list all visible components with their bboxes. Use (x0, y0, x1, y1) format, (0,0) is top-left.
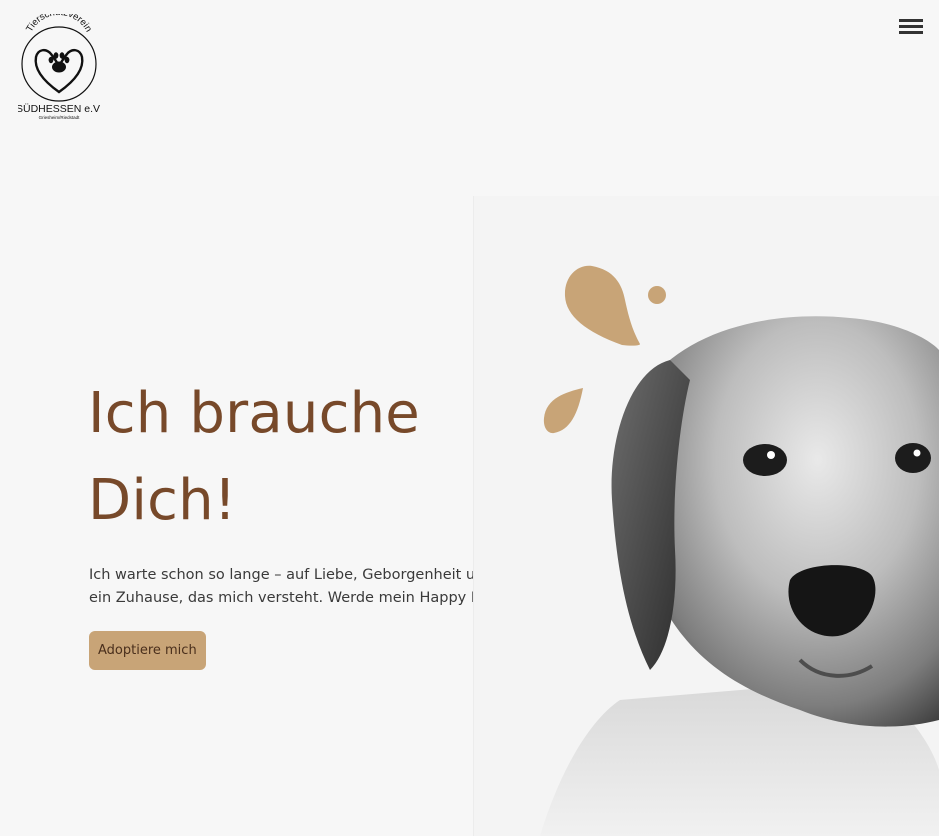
logo-location: Griesheim/Riedstadt (39, 115, 81, 120)
hero-subtitle: Ich warte schon so lange – auf Liebe, Ge… (89, 567, 504, 606)
menu-bar (899, 31, 923, 34)
logo[interactable]: Tierschutzverein SÜDHESSEN e.V. Grieshei… (18, 14, 100, 122)
menu-bar (899, 19, 923, 22)
hamburger-menu-icon[interactable] (897, 16, 927, 42)
dog-photo (540, 316, 939, 836)
menu-bar (899, 25, 923, 28)
hero-title-line-2: Dich! (88, 468, 237, 533)
logo-arc-text: Tierschutzverein (24, 14, 94, 34)
page: Tierschutzverein SÜDHESSEN e.V. Grieshei… (0, 0, 939, 836)
logo-name: SÜDHESSEN e.V. (18, 103, 100, 115)
svg-text:Tierschutzverein: Tierschutzverein (24, 14, 94, 34)
adopt-button[interactable]: Adoptiere mich (89, 631, 206, 670)
hero-title-line-1: Ich brauche (88, 381, 420, 446)
